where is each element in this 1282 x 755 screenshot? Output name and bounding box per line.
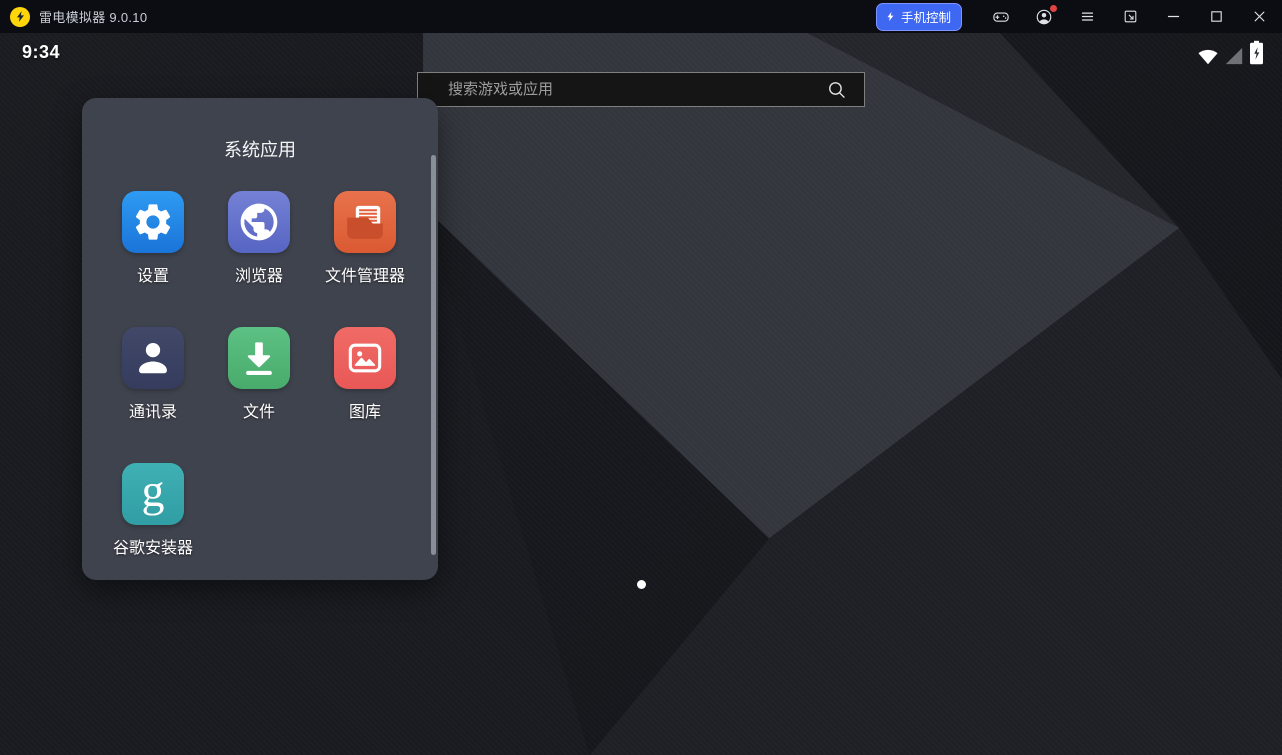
titlebar: 雷电模拟器 9.0.10 手机控制: [0, 0, 1282, 33]
app-contacts[interactable]: 通讯录: [100, 327, 206, 463]
notification-dot: [1050, 5, 1057, 12]
phone-control-button[interactable]: 手机控制: [876, 3, 962, 31]
search-input[interactable]: [418, 81, 826, 98]
app-label: 图库: [349, 398, 381, 422]
google-g-icon: g: [122, 463, 184, 525]
search-bar: [417, 72, 865, 107]
app-label: 谷歌安装器: [113, 534, 193, 558]
gamepad-icon[interactable]: [991, 7, 1011, 27]
settings-gear-icon: [122, 191, 184, 253]
contacts-person-icon: [122, 327, 184, 389]
app-files[interactable]: 文件: [206, 327, 312, 463]
window-title: 雷电模拟器 9.0.10: [39, 7, 147, 26]
emulator-window: 雷电模拟器 9.0.10 手机控制: [0, 0, 1282, 755]
gallery-photo-icon: [334, 327, 396, 389]
app-browser[interactable]: 浏览器: [206, 191, 312, 327]
maximize-icon[interactable]: [1206, 7, 1226, 27]
search-icon[interactable]: [826, 79, 848, 101]
status-clock: 9:34: [22, 42, 60, 63]
app-label: 浏览器: [235, 262, 283, 286]
signal-icon: [1224, 47, 1244, 65]
menu-icon[interactable]: [1077, 7, 1097, 27]
app-label: 文件: [243, 398, 275, 422]
app-file-manager[interactable]: 文件管理器: [312, 191, 418, 327]
app-label: 设置: [137, 262, 169, 286]
wifi-icon: [1197, 46, 1219, 65]
phone-control-label: 手机控制: [901, 7, 951, 26]
folder-scrollbar[interactable]: [431, 155, 436, 555]
battery-charging-icon: [1249, 40, 1264, 65]
account-icon[interactable]: [1034, 7, 1054, 27]
titlebar-left: 雷电模拟器 9.0.10: [0, 7, 147, 27]
app-google-installer[interactable]: g 谷歌安装器: [100, 463, 206, 599]
page-indicator-dot: [637, 580, 646, 589]
status-icons: [1197, 40, 1264, 65]
file-manager-icon: [334, 191, 396, 253]
bolt-icon: [885, 11, 896, 22]
ldplayer-logo-icon: [10, 7, 30, 27]
folder-panel-system-apps: 系统应用 设置 浏览器: [82, 98, 438, 580]
browser-globe-icon: [228, 191, 290, 253]
resize-icon[interactable]: [1120, 7, 1140, 27]
folder-title: 系统应用: [82, 98, 438, 162]
titlebar-right: 手机控制: [876, 3, 1282, 31]
app-settings[interactable]: 设置: [100, 191, 206, 327]
app-label: 通讯录: [129, 398, 177, 422]
close-icon[interactable]: [1249, 7, 1269, 27]
minimize-icon[interactable]: [1163, 7, 1183, 27]
download-file-icon: [228, 327, 290, 389]
android-home-screen: 9:34 系统应用: [0, 33, 1282, 755]
app-label: 文件管理器: [325, 262, 405, 286]
app-gallery[interactable]: 图库: [312, 327, 418, 463]
app-grid: 设置 浏览器: [82, 162, 438, 599]
